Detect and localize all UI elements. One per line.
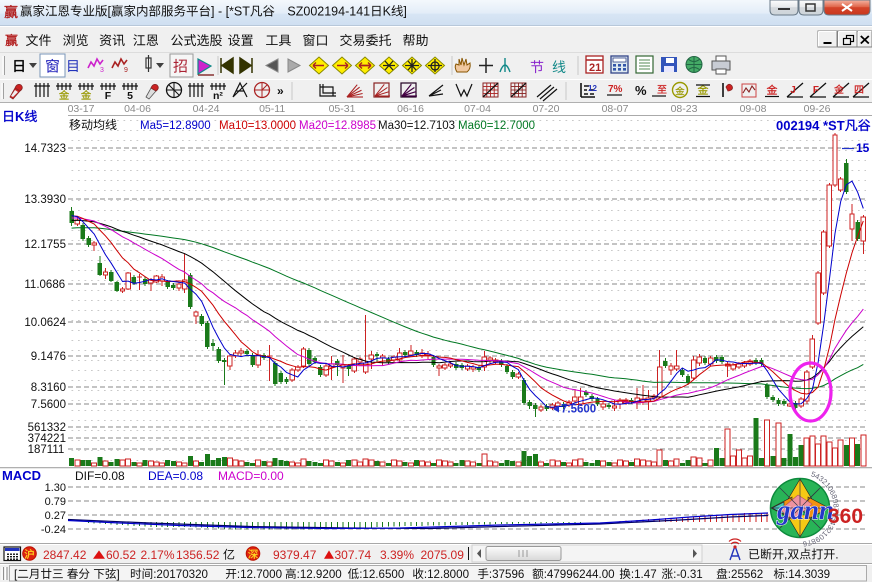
svg-text:F: F	[105, 90, 112, 102]
svg-text:12.1755: 12.1755	[24, 239, 66, 251]
svg-text:Ma5=12.8900: Ma5=12.8900	[140, 120, 211, 132]
svg-text:05-11: 05-11	[259, 103, 285, 115]
svg-text::12.9200: :12.9200	[297, 568, 342, 581]
svg-text:F: F	[813, 85, 819, 96]
svg-text::12.6500: :12.6500	[359, 568, 404, 581]
svg-text:06-16: 06-16	[397, 103, 424, 115]
svg-text:2847.42: 2847.42	[43, 548, 87, 562]
svg-text:.: .	[835, 548, 838, 562]
svg-text:Ma60=12.7000: Ma60=12.7000	[458, 120, 535, 132]
svg-text:08-07: 08-07	[602, 103, 629, 115]
svg-text:] - [*ST: ] - [*ST	[211, 5, 250, 19]
svg-text:Ma10=13.0000: Ma10=13.0000	[219, 120, 296, 132]
svg-text:05-31: 05-31	[329, 103, 356, 115]
svg-text:002194 *ST: 002194 *ST	[776, 118, 845, 133]
svg-text:7%: 7%	[608, 84, 623, 95]
svg-text::12.8000: :12.8000	[424, 568, 469, 581]
svg-text::-0.31: :-0.31	[673, 568, 703, 581]
svg-text:»: »	[277, 84, 284, 98]
svg-text:[: [	[108, 5, 112, 19]
svg-text:K: K	[383, 5, 392, 19]
svg-text::14.3039: :14.3039	[785, 568, 830, 581]
svg-text:DIF=0.08: DIF=0.08	[75, 469, 125, 483]
svg-text:]: ]	[403, 5, 406, 19]
svg-text:-0.24: -0.24	[41, 524, 66, 536]
svg-text:DEA=0.08: DEA=0.08	[148, 469, 203, 483]
svg-text:1.30: 1.30	[45, 482, 66, 494]
svg-text:K: K	[15, 109, 25, 124]
svg-text:]: ]	[117, 568, 120, 581]
svg-text:,: ,	[784, 548, 787, 562]
svg-text:08-23: 08-23	[671, 103, 698, 115]
svg-text:Ma30=12.7103: Ma30=12.7103	[378, 120, 455, 132]
svg-text:n²: n²	[213, 90, 223, 102]
svg-text:14.7323: 14.7323	[24, 143, 66, 155]
svg-text:04-06: 04-06	[124, 103, 151, 115]
svg-text::47996244.00: :47996244.00	[544, 568, 615, 581]
svg-text:9.1476: 9.1476	[31, 351, 66, 363]
svg-text:13.3930: 13.3930	[24, 194, 66, 206]
svg-text:09-26: 09-26	[804, 103, 831, 115]
svg-text:MACD: MACD	[2, 468, 41, 483]
svg-text:1356.52: 1356.52	[176, 548, 220, 562]
svg-text:2075.09: 2075.09	[421, 548, 465, 562]
svg-text::20170320: :20170320	[153, 568, 208, 581]
svg-text:Ma20=12.8985: Ma20=12.8985	[299, 120, 376, 132]
svg-text:7.5600: 7.5600	[561, 404, 596, 416]
svg-text:21: 21	[589, 62, 601, 74]
svg-text:%: %	[635, 83, 647, 98]
svg-text:07-04: 07-04	[464, 103, 491, 115]
svg-text:7.5600: 7.5600	[31, 399, 66, 411]
svg-text:5: 5	[127, 90, 133, 102]
svg-text:307.74: 307.74	[335, 548, 372, 562]
svg-text:SZ002194-141: SZ002194-141	[287, 5, 370, 19]
svg-text:3: 3	[100, 67, 104, 74]
svg-text:8.3160: 8.3160	[31, 382, 66, 394]
svg-text:11.0686: 11.0686	[24, 279, 65, 291]
svg-text::25562: :25562	[728, 568, 763, 581]
svg-text:J: J	[790, 85, 796, 96]
svg-text:04-24: 04-24	[193, 103, 220, 115]
svg-text:3.39%: 3.39%	[380, 548, 414, 562]
svg-text:2.17%: 2.17%	[141, 548, 175, 562]
svg-text:0.27: 0.27	[45, 510, 66, 522]
svg-text:15: 15	[856, 141, 870, 155]
svg-text::1.47: :1.47	[631, 568, 657, 581]
svg-text:09-08: 09-08	[740, 103, 767, 115]
svg-text::37596: :37596	[489, 568, 524, 581]
svg-text:03-17: 03-17	[68, 103, 95, 115]
svg-text:gann: gann	[776, 495, 834, 525]
svg-text:187111: 187111	[28, 444, 65, 456]
svg-text:MACD=0.00: MACD=0.00	[218, 469, 284, 483]
svg-text:12: 12	[588, 84, 597, 93]
svg-text:9379.47: 9379.47	[273, 548, 317, 562]
svg-text:10.0624: 10.0624	[24, 317, 66, 329]
svg-text:0.79: 0.79	[45, 496, 66, 508]
svg-text:60.52: 60.52	[106, 548, 136, 562]
svg-text:9: 9	[124, 67, 128, 74]
svg-text:360: 360	[828, 505, 863, 528]
svg-text::12.7000: :12.7000	[237, 568, 282, 581]
svg-text:07-20: 07-20	[533, 103, 560, 115]
